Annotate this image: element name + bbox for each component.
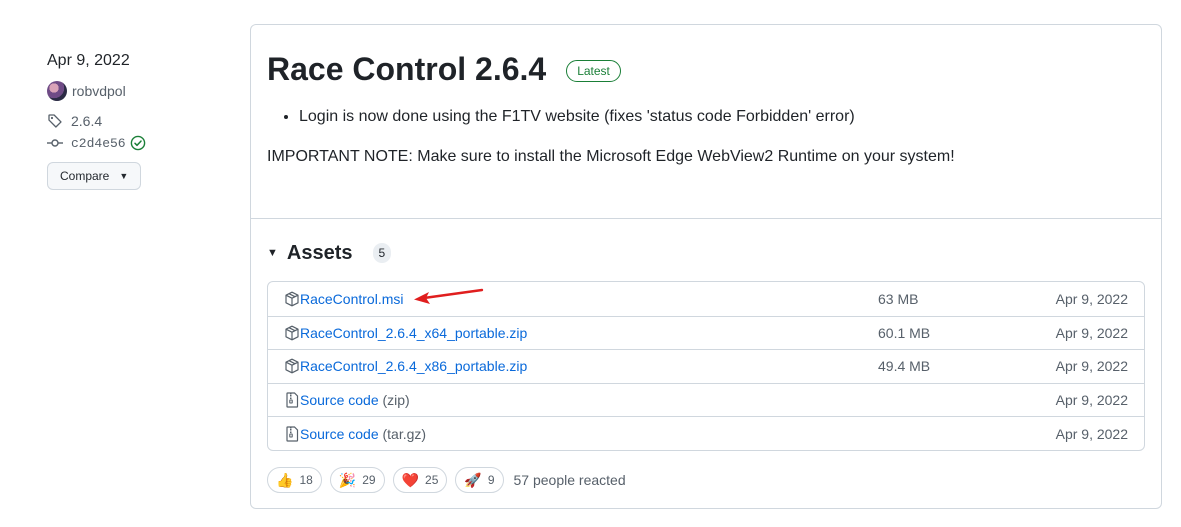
asset-date: Apr 9, 2022 [1055,358,1128,375]
reactions-summary: 57 people reacted [513,471,626,488]
asset-date: Apr 9, 2022 [1055,392,1128,409]
release-body: Race Control 2.6.4 Latest Login is now d… [251,25,1161,219]
file-zip-icon [286,426,299,442]
assets-count: 5 [372,243,392,263]
reactions-bar: 👍 18 🎉 29 ❤️ 25 🚀 9 57 people reacted [267,466,1145,493]
reaction-thumbs-up[interactable]: 👍 18 [267,466,322,493]
compare-button[interactable]: Compare ▼ [47,162,142,190]
release-important-note: IMPORTANT NOTE: Make sure to install the… [267,148,955,165]
asset-date: Apr 9, 2022 [1055,425,1128,442]
asset-row: RaceControl.msi 63 MB Apr 9, 2022 [268,282,1144,316]
package-icon [285,359,299,374]
asset-size: 63 MB [878,290,919,307]
rocket-icon: 🚀 [464,471,482,488]
asset-row: Source code (zip) Apr 9, 2022 [268,382,1144,417]
asset-link[interactable]: RaceControl.msi [300,291,878,307]
asset-link[interactable]: RaceControl_2.6.4_x64_portable.zip [300,325,878,341]
source-code-format[interactable]: (tar.gz) [383,426,427,442]
package-icon [285,325,299,341]
asset-size: 60.1 MB [878,324,931,341]
chevron-down-icon: ▼ [119,171,129,181]
tada-icon: 🎉 [338,471,357,488]
reaction-tada[interactable]: 🎉 29 [329,466,385,493]
asset-row: RaceControl_2.6.4_x64_portable.zip 60.1 … [268,315,1144,350]
verified-check-icon[interactable] [130,135,146,151]
source-code-label[interactable]: Source code [300,426,379,442]
asset-link[interactable]: Source code (zip) [300,392,878,408]
reaction-count: 18 [299,472,313,487]
file-zip-icon [286,392,299,408]
reaction-heart[interactable]: ❤️ 25 [392,466,448,493]
asset-row: RaceControl_2.6.4_x86_portable.zip 49.4 … [268,349,1144,383]
reaction-rocket[interactable]: 🚀 9 [455,466,504,493]
asset-link[interactable]: Source code (tar.gz) [300,426,878,442]
package-icon [285,291,299,307]
tag-name[interactable]: 2.6.4 [71,113,102,129]
reaction-count: 9 [487,472,495,487]
reaction-count: 25 [425,472,439,487]
source-code-format[interactable]: (zip) [383,392,410,408]
assets-section: ▼ Assets 5 RaceControl.msi 63 MB Apr 9, … [251,219,1161,493]
heart-icon: ❤️ [401,471,420,488]
author-name[interactable]: robvdpol [72,83,126,99]
release-notes: Login is now done using the F1TV website… [267,105,1145,169]
tag-link[interactable]: 2.6.4 [47,110,227,132]
asset-date: Apr 9, 2022 [1055,324,1128,341]
tag-icon [48,114,62,128]
assets-heading: Assets [286,241,353,264]
release-title[interactable]: Race Control 2.6.4 [267,47,546,91]
release-card: Race Control 2.6.4 Latest Login is now d… [250,24,1162,509]
source-code-label[interactable]: Source code [300,392,379,408]
release-meta: Apr 9, 2022 robvdpol 2.6.4 c2d4e56 Compa… [47,50,227,190]
red-arrow-annotation [414,288,484,304]
thumbs-up-icon: 👍 [276,471,294,488]
asset-list: RaceControl.msi 63 MB Apr 9, 2022 RaceCo… [267,281,1145,451]
reaction-count: 29 [362,472,376,487]
asset-date: Apr 9, 2022 [1055,290,1128,307]
assets-toggle[interactable]: ▼ Assets 5 [267,239,1145,267]
compare-label: Compare [60,169,110,183]
asset-row: Source code (tar.gz) Apr 9, 2022 [268,416,1144,450]
commit-sha[interactable]: c2d4e56 [71,136,126,151]
asset-size: 49.4 MB [878,358,931,375]
asset-link[interactable]: RaceControl_2.6.4_x86_portable.zip [300,358,878,374]
commit-link[interactable]: c2d4e56 [47,132,227,154]
author-link[interactable]: robvdpol [47,80,227,102]
latest-badge: Latest [566,60,621,82]
avatar[interactable] [47,81,67,101]
release-date: Apr 9, 2022 [47,52,130,69]
git-commit-icon [47,139,63,147]
release-note-bullet: Login is now done using the F1TV website… [299,105,1145,129]
triangle-down-icon: ▼ [267,247,278,259]
